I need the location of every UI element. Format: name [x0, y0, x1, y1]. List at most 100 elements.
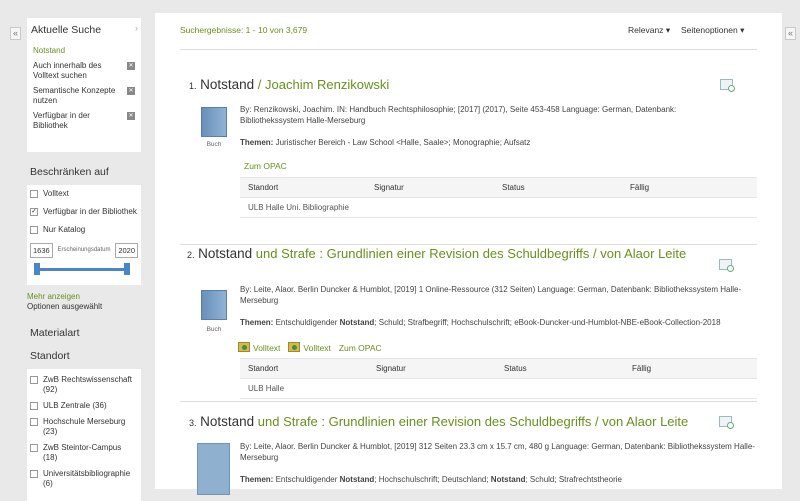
checkbox[interactable] [30, 190, 38, 198]
checkbox[interactable] [30, 470, 38, 478]
option-label: Nur Katalog [43, 225, 86, 234]
caret-down-icon: ▾ [665, 25, 671, 35]
access-links: Volltext Volltext Zum OPAC [238, 342, 382, 353]
filter-label: Auch innerhalb des Volltext suchen [33, 61, 102, 80]
holdings-header: Standort Signatur Status Fällig [240, 177, 757, 198]
subjects-label: Themen: [240, 475, 274, 484]
holding-signature [368, 378, 496, 399]
fulltext-link-2[interactable]: Volltext [288, 342, 331, 353]
title-keyword[interactable]: Notstand [200, 77, 254, 92]
col-faellig: Fällig [622, 177, 757, 198]
col-signatur: Signatur [368, 358, 496, 379]
location-name: ZwB Rechtswissenschaft [43, 375, 132, 384]
location-name: ULB Zentrale [43, 401, 91, 410]
slider-handle-from[interactable] [34, 263, 40, 275]
checkbox[interactable] [30, 418, 38, 426]
location-item[interactable]: ZwB Rechtswissenschaft (92) [30, 375, 138, 395]
record-title[interactable]: 2. Notstand und Strafe : Grundlinien ein… [187, 246, 686, 263]
location-item[interactable]: ZwB Steintor-Campus (18) [30, 443, 138, 463]
record-title[interactable]: 1. Notstand / Joachim Renzikowski [189, 77, 389, 94]
col-status: Status [494, 177, 622, 198]
record-subjects: Themen: Juristischer Bereich - Law Schoo… [240, 137, 740, 148]
filter-fulltext: Auch innerhalb des Volltext suchen ✕ [27, 61, 141, 86]
show-more-link[interactable]: Mehr anzeigen [27, 285, 141, 302]
results-panel: Suchergebnisse: 1 - 10 von 3,679 Relevan… [155, 13, 782, 495]
page-options-label: Seitenoptionen [681, 25, 738, 35]
location-name: ZwB Steintor-Campus [43, 443, 122, 452]
subjects-text: Juristischer Bereich - Law School <Halle… [275, 138, 531, 147]
location-count: (18) [43, 453, 58, 462]
filter-label: Semantische Konzepte nutzen [33, 86, 116, 105]
record-number: 3. [189, 418, 197, 428]
meta-text: By: Renzikowski, Joachim. IN: Handbuch R… [240, 105, 677, 125]
title-rest[interactable]: und Strafe : Grundlinien einer Revision … [252, 246, 686, 261]
title-rest[interactable]: / Joachim Renzikowski [254, 77, 390, 92]
subjects-label: Themen: [240, 318, 274, 327]
sort-label: Relevanz [628, 25, 664, 35]
col-signatur: Signatur [366, 177, 494, 198]
table-row: ULB Halle Uni. Bibliographie [240, 197, 757, 218]
location-label: Hochschule Merseburg (23) [43, 417, 125, 437]
remove-filter-icon[interactable]: ✕ [127, 87, 135, 95]
location-count: (6) [43, 479, 53, 488]
checkbox[interactable] [30, 444, 38, 452]
col-standort: Standort [240, 177, 366, 198]
result-record: 2. Notstand und Strafe : Grundlinien ein… [180, 246, 757, 399]
material-title[interactable]: Materialart [27, 311, 141, 346]
checkbox[interactable] [30, 226, 38, 234]
limit-option-volltext[interactable]: Volltext [30, 189, 138, 199]
date-range-slider: 1636 Erscheinungsdatum 2020 [30, 243, 138, 281]
title-keyword[interactable]: Notstand [200, 414, 254, 429]
table-row: ULB Halle [240, 378, 757, 399]
current-query[interactable]: Notstand [27, 42, 141, 61]
fulltext-icon [238, 342, 250, 352]
location-item[interactable]: Hochschule Merseburg (23) [30, 417, 138, 437]
opac-link[interactable]: Zum OPAC [339, 343, 382, 353]
remove-filter-icon[interactable]: ✕ [127, 112, 135, 120]
filter-semantic: Semantische Konzepte nutzen ✕ [27, 86, 141, 111]
sort-dropdown[interactable]: Relevanz ▾ [628, 25, 670, 36]
chevron-right-icon[interactable]: › [135, 23, 138, 33]
current-search-box: Aktuelle Suche › Notstand Auch innerhalb… [27, 18, 141, 152]
record-number: 2. [187, 250, 195, 260]
location-item[interactable]: ULB Zentrale (36) [30, 401, 138, 411]
remove-filter-icon[interactable]: ✕ [127, 62, 135, 70]
holding-due [622, 197, 757, 218]
record-title[interactable]: 3. Notstand und Strafe : Grundlinien ein… [189, 414, 688, 431]
subjects-keyword: Notstand [339, 318, 375, 327]
checkbox[interactable] [30, 376, 38, 384]
page-options-dropdown[interactable]: Seitenoptionen ▾ [681, 25, 744, 36]
limit-option-catalog[interactable]: Nur Katalog [30, 225, 138, 235]
preview-icon[interactable] [719, 259, 734, 272]
record-number: 1. [189, 81, 197, 91]
holdings-table: Standort Signatur Status Fällig ULB Hall… [240, 177, 757, 218]
holding-signature [366, 197, 494, 218]
opac-link[interactable]: Zum OPAC [244, 161, 287, 171]
date-to-input[interactable]: 2020 [115, 243, 138, 258]
filter-available: Verfügbar in der Bibliothek ✕ [27, 111, 141, 136]
format-label: Buch [206, 141, 222, 148]
location-box: ZwB Rechtswissenschaft (92) ULB Zentrale … [27, 369, 141, 501]
title-keyword[interactable]: Notstand [198, 246, 252, 261]
fulltext-link[interactable]: Volltext [238, 342, 280, 353]
collapse-sidebar-button[interactable]: « [10, 27, 21, 40]
subjects-text: ; Hochschulschrift; Deutschland; [374, 475, 491, 484]
result-record: 3. Notstand und Strafe : Grundlinien ein… [180, 414, 757, 495]
fulltext-icon [288, 342, 301, 352]
title-rest[interactable]: und Strafe : Grundlinien einer Revision … [254, 414, 688, 429]
slider-track [35, 268, 130, 271]
checkbox-checked[interactable]: ✓ [30, 208, 38, 216]
location-label: ZwB Steintor-Campus (18) [43, 443, 121, 463]
location-label: ULB Zentrale (36) [43, 401, 107, 411]
meta-text: By: Leite, Alaor. Berlin Duncker & Humbl… [240, 285, 742, 305]
location-item[interactable]: Universitätsbibliographie (6) [30, 469, 138, 489]
preview-icon[interactable] [720, 79, 735, 92]
option-label: Verfügbar in der Bibliothek [43, 207, 137, 216]
collapse-right-button[interactable]: « [785, 27, 796, 40]
fulltext-label: Volltext [303, 343, 331, 353]
preview-icon[interactable] [719, 416, 734, 429]
checkbox[interactable] [30, 402, 38, 410]
holding-status [496, 378, 624, 399]
slider-handle-to[interactable] [124, 263, 130, 275]
limit-option-available[interactable]: ✓ Verfügbar in der Bibliothek [30, 207, 138, 217]
